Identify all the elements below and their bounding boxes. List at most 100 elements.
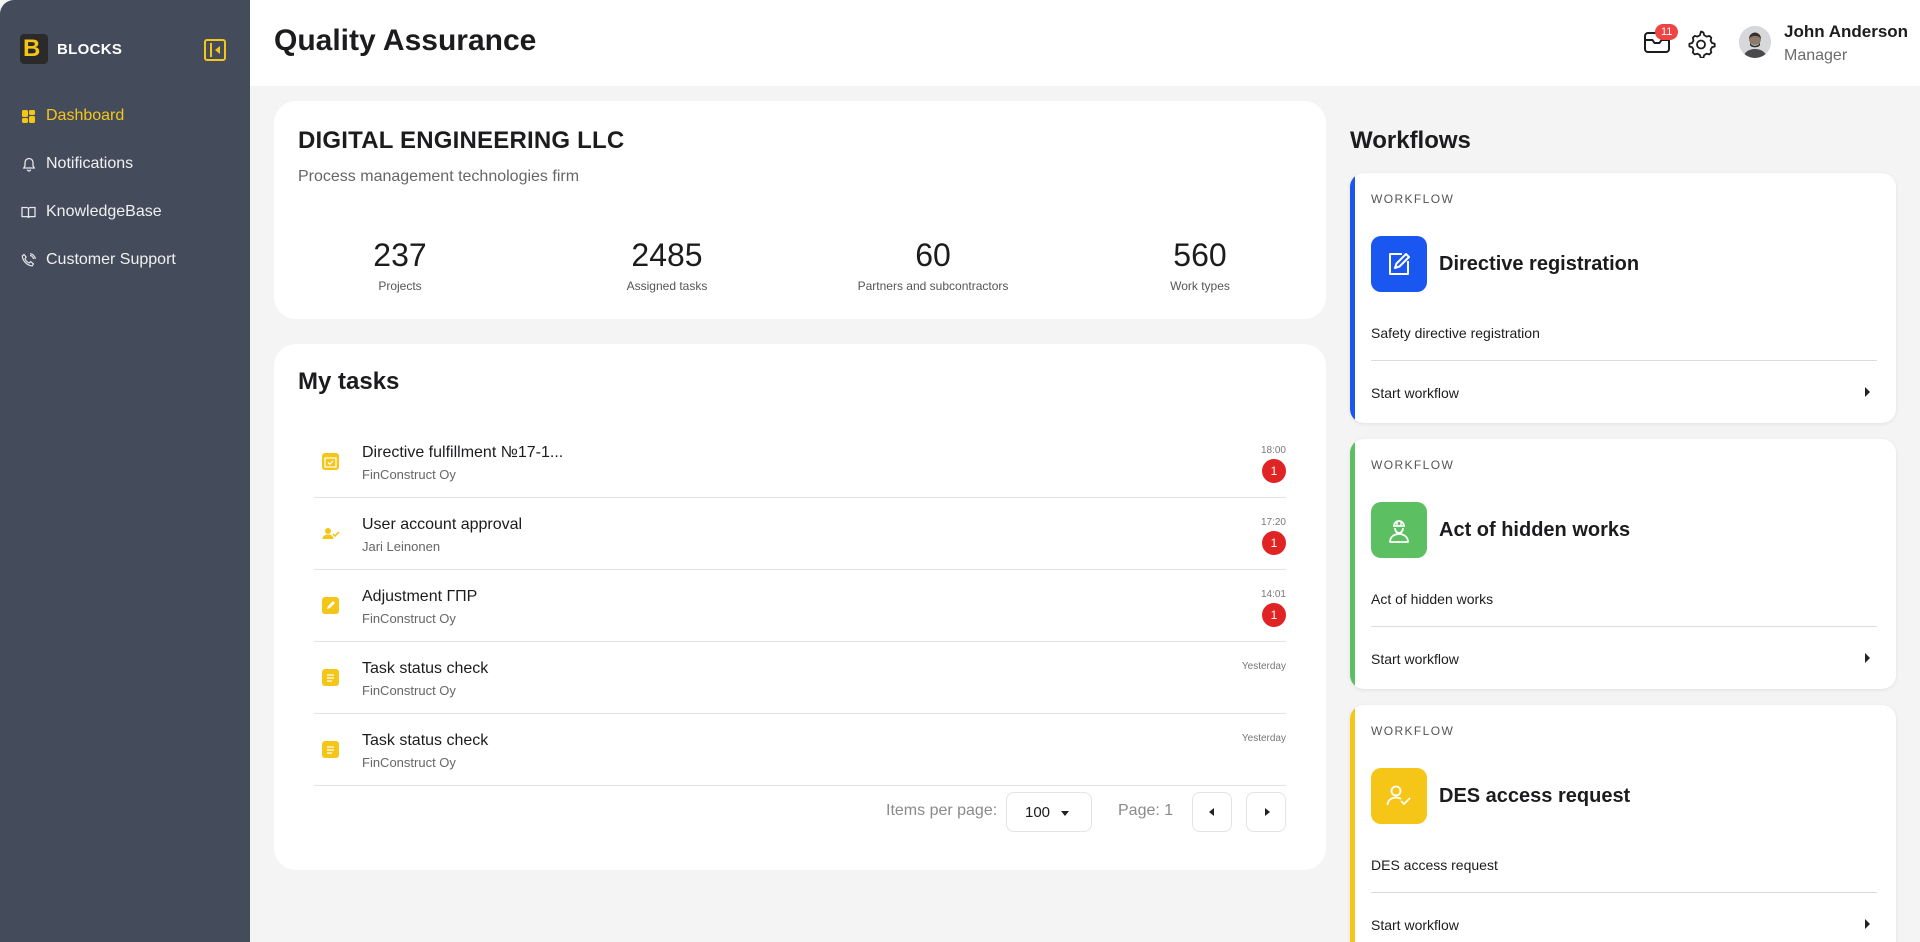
workflow-card-directive-registration: WORKFLOW Directive registration Safety d… — [1350, 173, 1896, 423]
phone-icon — [21, 252, 36, 268]
sidebar-item-label: Customer Support — [46, 251, 176, 268]
top-header: Quality Assurance 11 John Anderson Manag… — [250, 0, 1920, 86]
page-label: Page: 1 — [1118, 802, 1174, 819]
sidebar-item-notifications[interactable]: Notifications — [0, 140, 250, 188]
divider — [1371, 626, 1877, 627]
blocks-logo-icon: B — [20, 34, 48, 64]
task-subtitle: FinConstruct Oy — [362, 467, 456, 482]
start-workflow-button[interactable]: Start workflow — [1371, 651, 1459, 667]
task-name: User account approval — [362, 516, 523, 533]
start-workflow-button[interactable]: Start workflow — [1371, 917, 1459, 933]
sidebar-item-customer-support[interactable]: Customer Support — [0, 236, 250, 284]
document-icon — [322, 741, 339, 758]
workflows-title: Workflows — [1350, 127, 1471, 154]
chevron-right-icon[interactable] — [1865, 387, 1870, 397]
gear-icon[interactable] — [1686, 28, 1716, 59]
stat-assigned-tasks: 2485 Assigned tasks — [567, 237, 767, 293]
workflow-tag: WORKFLOW — [1371, 458, 1455, 472]
avatar[interactable] — [1739, 26, 1771, 58]
company-description: Process management technologies firm — [298, 168, 580, 185]
document-icon — [322, 669, 339, 686]
collapse-sidebar-icon[interactable] — [204, 39, 226, 61]
my-tasks-card: My tasks Directive fulfillment №17-1... … — [274, 344, 1326, 870]
task-row[interactable]: Directive fulfillment №17-1... FinConstr… — [314, 426, 1286, 498]
task-count-badge: 1 — [1262, 603, 1286, 627]
bell-icon — [21, 157, 36, 172]
worker-icon — [1371, 502, 1427, 558]
user-role: Manager — [1784, 47, 1848, 64]
task-row[interactable]: Task status check FinConstruct Oy Yester… — [314, 714, 1286, 786]
task-time: 14:01 — [1260, 589, 1286, 600]
chevron-right-icon[interactable] — [1865, 653, 1870, 663]
brand[interactable]: B BLOCKS — [20, 34, 122, 64]
pagination: Items per page: 100 Page: 1 — [274, 792, 1286, 832]
next-page-button[interactable] — [1246, 792, 1286, 832]
company-card: DIGITAL ENGINEERING LLC Process manageme… — [274, 101, 1326, 319]
sidebar-item-knowledgebase[interactable]: KnowledgeBase — [0, 188, 250, 236]
workflow-description: Act of hidden works — [1371, 591, 1494, 607]
user-check-icon — [322, 525, 340, 542]
sidebar-item-label: Notifications — [46, 155, 134, 172]
sidebar-item-dashboard[interactable]: Dashboard — [0, 92, 250, 140]
sidebar-nav: Dashboard Notifications KnowledgeBase Cu… — [0, 92, 250, 284]
workflow-description: DES access request — [1371, 857, 1498, 873]
chevron-right-icon[interactable] — [1865, 919, 1870, 929]
task-name: Adjustment ГПР — [362, 588, 478, 605]
workflow-name: Act of hidden works — [1439, 519, 1631, 541]
calendar-check-icon — [322, 453, 339, 470]
task-time: Yesterday — [1241, 733, 1286, 744]
task-row[interactable]: Task status check FinConstruct Oy Yester… — [314, 642, 1286, 714]
workflow-name: DES access request — [1439, 785, 1631, 807]
sidebar-item-label: Dashboard — [46, 107, 125, 124]
page-title: Quality Assurance — [274, 24, 537, 57]
task-name: Task status check — [362, 732, 489, 749]
stat-value: 2485 — [631, 237, 703, 273]
user-check-icon — [1371, 768, 1427, 824]
stat-value: 60 — [915, 237, 951, 273]
stat-projects: 237 Projects — [300, 237, 500, 293]
stat-label: Assigned tasks — [626, 279, 708, 293]
workflow-accent-bar — [1350, 705, 1355, 942]
workflow-tag: WORKFLOW — [1371, 724, 1455, 738]
start-workflow-button[interactable]: Start workflow — [1371, 385, 1459, 401]
mail-count-badge: 11 — [1655, 24, 1679, 40]
divider — [1371, 892, 1877, 893]
stat-label: Work types — [1170, 279, 1230, 293]
task-list: Directive fulfillment №17-1... FinConstr… — [314, 426, 1286, 786]
divider — [1371, 360, 1877, 361]
stat-partners: 60 Partners and subcontractors — [833, 237, 1033, 293]
caret-down-icon — [1061, 811, 1069, 816]
prev-page-button[interactable] — [1192, 792, 1232, 832]
task-time: Yesterday — [1241, 661, 1286, 672]
task-count-badge: 1 — [1262, 459, 1286, 483]
items-per-page-label: Items per page: — [886, 802, 998, 819]
items-per-page-value: 100 — [1025, 804, 1051, 821]
workflow-card-act-of-hidden-works: WORKFLOW Act of hidden works Act of hidd… — [1350, 439, 1896, 689]
sidebar-item-label: KnowledgeBase — [46, 203, 162, 220]
workflow-accent-bar — [1350, 439, 1355, 689]
task-subtitle: Jari Leinonen — [362, 539, 441, 554]
items-per-page-select[interactable]: 100 — [1006, 792, 1092, 832]
stat-value: 560 — [1173, 237, 1227, 273]
company-name: DIGITAL ENGINEERING LLC — [298, 127, 625, 154]
stat-work-types: 560 Work types — [1100, 237, 1300, 293]
task-row[interactable]: Adjustment ГПР FinConstruct Oy 14:01 1 — [314, 570, 1286, 642]
edit-icon — [322, 597, 339, 614]
task-name: Directive fulfillment №17-1... — [362, 444, 564, 461]
workflow-name: Directive registration — [1439, 253, 1640, 275]
task-time: 18:00 — [1260, 445, 1286, 456]
sidebar: B BLOCKS Dashboard Notifications Knowled… — [0, 0, 250, 942]
user-name[interactable]: John Anderson — [1784, 22, 1908, 42]
task-subtitle: FinConstruct Oy — [362, 755, 456, 770]
task-name: Task status check — [362, 660, 489, 677]
task-subtitle: FinConstruct Oy — [362, 683, 456, 698]
brand-name: BLOCKS — [57, 40, 123, 58]
dashboard-icon — [21, 109, 36, 124]
workflow-description: Safety directive registration — [1371, 325, 1540, 341]
workflow-card-des-access-request: WORKFLOW DES access request DES access r… — [1350, 705, 1896, 942]
task-time: 17:20 — [1260, 517, 1286, 528]
tasks-title: My tasks — [298, 368, 400, 395]
workflow-tag: WORKFLOW — [1371, 192, 1455, 206]
workflow-accent-bar — [1350, 173, 1355, 423]
task-row[interactable]: User account approval Jari Leinonen 17:2… — [314, 498, 1286, 570]
